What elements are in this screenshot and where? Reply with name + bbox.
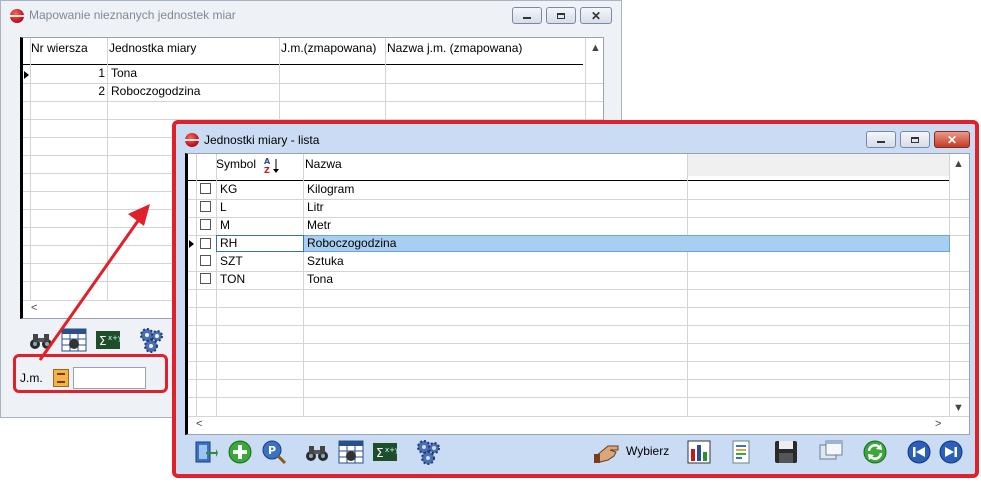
row-symbol[interactable]: TON [220,271,245,288]
back-col-mapped-header[interactable]: J.m.(zmapowana) [281,38,376,60]
table-filter-icon[interactable] [338,439,364,465]
row-checkbox[interactable] [200,255,211,266]
svg-text:Σ: Σ [376,446,384,460]
sort-az-icon[interactable]: AZ [264,156,280,175]
back-titlebar: Mapowanie nieznanych jednostek miar ✕ [1,1,621,29]
svg-text:Z: Z [264,166,270,174]
back-row-2-nr[interactable]: 2 [83,83,105,100]
refresh-icon[interactable] [862,439,888,465]
add-icon[interactable] [227,439,253,465]
front-scroll-right-icon[interactable]: > [935,418,941,430]
front-minimize-button[interactable] [866,131,896,148]
row-name[interactable]: Litr [307,199,324,216]
front-window-title: Jednostki miary - lista [204,133,320,147]
row-checkbox[interactable] [200,219,211,230]
back-scroll-left-icon[interactable]: < [31,302,37,314]
document-icon[interactable] [728,439,754,465]
svg-text:P: P [268,444,276,457]
back-minimize-button[interactable] [512,7,542,24]
back-row-1-unit[interactable]: Tona [111,65,137,82]
back-close-button[interactable]: ✕ [580,7,612,24]
svg-text:x+y: x+y [108,334,121,342]
back-col-mapped-name-header[interactable]: Nazwa j.m. (zmapowana) [387,38,522,60]
front-window: Jednostki miary - lista ✕ Symbol AZ Nazw… [172,120,979,478]
row-checkbox[interactable] [200,201,211,212]
front-titlebar: Jednostki miary - lista ✕ [176,124,975,154]
svg-text:A: A [264,157,271,166]
back-row-2-unit[interactable]: Roboczogodzina [111,83,200,100]
row-checkbox[interactable] [200,238,211,249]
app-logo-icon [10,9,24,23]
nav-prev-icon[interactable] [906,439,932,465]
svg-text:Σ: Σ [99,334,107,348]
row-symbol[interactable]: KG [220,181,237,198]
header-spacer [688,154,950,176]
sum-icon[interactable]: Σx+y [372,439,399,465]
exit-icon[interactable] [192,439,218,465]
row-name[interactable]: Sztuka [307,253,344,270]
front-scroll-up-icon[interactable]: ▲ [953,158,964,170]
select-button[interactable]: Wybierz [594,437,674,467]
col-symbol-header[interactable]: Symbol [216,154,256,176]
row-name[interactable]: Metr [307,217,331,234]
binoculars-icon[interactable] [304,439,330,465]
binoculars-icon[interactable] [28,327,54,353]
svg-text:x+y: x+y [385,446,398,454]
row-symbol-selected[interactable]: RH [220,235,237,252]
gears-icon[interactable] [138,326,164,353]
row-symbol[interactable]: SZT [220,253,243,270]
front-grid: Symbol AZ Nazwa ▲ KG Kilogram L Litr M M… [185,153,970,435]
back-window-title: Mapowanie nieznanych jednostek miar [29,8,236,22]
back-scroll-up-icon[interactable]: ▲ [590,42,601,54]
hand-select-icon [594,438,622,466]
col-name-header[interactable]: Nazwa [305,154,342,176]
table-filter-icon[interactable] [61,327,87,353]
preview-icon[interactable]: P [261,439,287,465]
copy-icon[interactable] [818,439,844,465]
row-name[interactable]: Tona [307,271,333,288]
gears-icon[interactable] [415,438,441,465]
chart-icon[interactable] [686,439,712,465]
back-row-marker-icon [24,71,29,79]
front-maximize-button[interactable] [900,131,930,148]
row-name-selected[interactable]: Roboczogodzina [307,235,396,252]
select-button-label: Wybierz [626,444,670,458]
front-scroll-down-icon[interactable]: ▼ [953,402,964,414]
row-checkbox[interactable] [200,183,211,194]
front-close-button[interactable]: ✕ [934,131,970,148]
save-icon[interactable] [773,439,799,465]
back-row-1-nr[interactable]: 1 [83,65,105,82]
row-name[interactable]: Kilogram [307,181,354,198]
app-logo-icon [185,133,199,147]
row-symbol[interactable]: M [220,217,230,234]
back-maximize-button[interactable] [546,7,576,24]
row-symbol[interactable]: L [220,199,227,216]
row-checkbox[interactable] [200,273,211,284]
sum-icon[interactable]: Σx+y [95,327,122,353]
nav-next-icon[interactable] [938,439,964,465]
back-col-unit-header[interactable]: Jednostka miary [109,38,196,60]
front-row-marker-icon [189,240,194,248]
back-col-nr-header[interactable]: Nr wiersza [31,38,88,60]
selected-row[interactable] [303,235,950,252]
highlight-box [13,354,168,393]
front-horizontal-scrollbar[interactable]: < > [188,416,969,434]
front-scroll-left-icon[interactable]: < [196,418,202,430]
